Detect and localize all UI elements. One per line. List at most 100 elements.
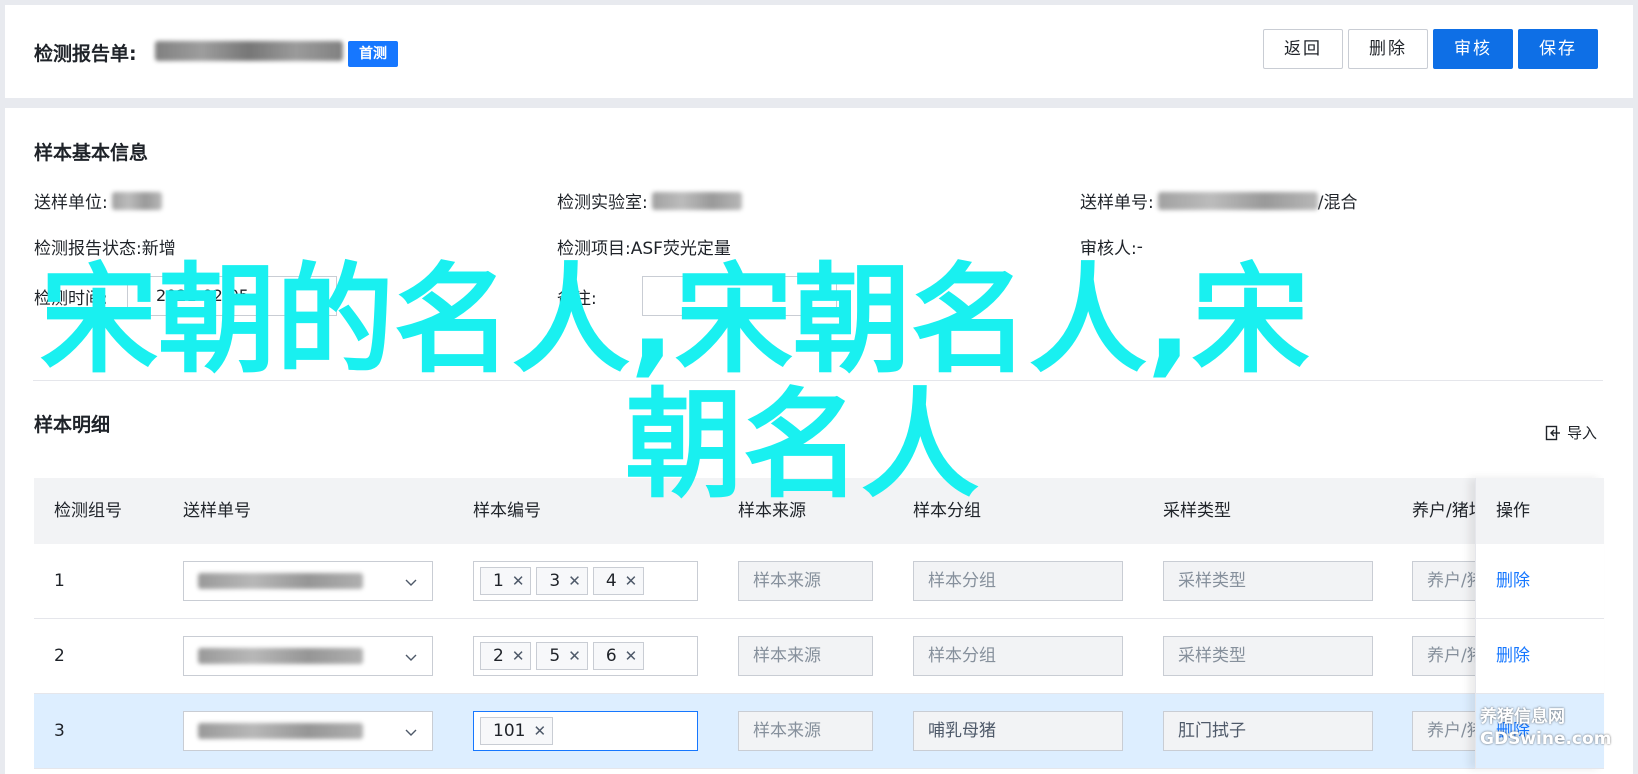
order-no-redacted [198, 648, 363, 664]
status-value: 新增 [141, 239, 176, 259]
review-button[interactable]: 审核 [1433, 29, 1513, 69]
remark-label: 备注: [557, 289, 597, 309]
column-header: 样本分组 [913, 501, 981, 521]
order-no-label: 送样单号: [1080, 193, 1154, 213]
lab-label: 检测实验室: [557, 193, 648, 213]
test-date-label: 检测时间: [34, 289, 108, 309]
back-button[interactable]: 返回 [1263, 29, 1343, 69]
detail-title: 样本明细 [34, 414, 111, 436]
operation-column: 操作 删除 删除 删除 [1475, 478, 1604, 769]
sample-no-input[interactable]: 1 ✕ 3 ✕ 4 ✕ [473, 561, 698, 601]
status-field: 检测报告状态: 新增 [34, 234, 176, 259]
test-item-field: 检测项目: ASF荧光定量 [557, 234, 731, 259]
tag-label: 5 [549, 646, 561, 666]
order-no-redacted [198, 573, 363, 589]
close-icon[interactable]: ✕ [625, 643, 638, 669]
table-row: 2 2✕ 5✕ 6✕ 样本来源 样本分组 采样类型 养户/猪场 [34, 619, 1603, 694]
close-icon[interactable]: ✕ [533, 718, 546, 744]
delete-button[interactable]: 删除 [1348, 29, 1428, 69]
sample-source-input[interactable]: 样本来源 [738, 561, 873, 601]
table-row-selected: 3 101✕ 样本来源 哺乳母猪 肛门拭子 养户/猪场 [34, 694, 1603, 769]
remark-input[interactable] [642, 276, 837, 316]
column-header: 送样单号 [183, 501, 251, 521]
order-no-redacted [198, 723, 363, 739]
chevron-down-icon [405, 579, 417, 586]
tag-label: 4 [605, 571, 617, 591]
sender-unit-redacted [111, 191, 162, 210]
test-date-input[interactable]: 2021-02-05 [127, 276, 337, 316]
sender-unit-field: 送样单位: [34, 188, 162, 213]
tag-label: 6 [605, 646, 617, 666]
report-id-redacted [155, 41, 343, 61]
import-label: 导入 [1567, 424, 1598, 442]
test-item-value: ASF荧光定量 [630, 239, 731, 259]
column-header: 采样类型 [1163, 501, 1231, 521]
page: 检测报告单: 首测 返回 删除 审核 保存 样本基本信息 送样单位: 检测实验室… [0, 0, 1638, 774]
header-bar: 检测报告单: 首测 返回 删除 审核 保存 [5, 5, 1633, 98]
reviewer-value: - [1136, 236, 1143, 257]
table-row: 1 1✕ 3✕ 4✕ 样本来源 样本分组 采样类型 养户/猪场 [34, 544, 1603, 619]
sample-table: 检测组号 送样单号 样本编号 样本来源 样本分组 采样类型 养户/猪场 1 1✕… [34, 478, 1604, 769]
sample-tag: 2 ✕ [480, 642, 532, 670]
sample-group-input[interactable]: 样本分组 [913, 636, 1123, 676]
order-no-redacted [1157, 191, 1318, 210]
save-button[interactable]: 保存 [1518, 29, 1598, 69]
tag-label: 2 [493, 646, 504, 666]
column-header: 样本来源 [738, 501, 806, 521]
column-header: 操作 [1476, 478, 1604, 544]
main-panel: 样本基本信息 送样单位: 检测实验室: 送样单号: /混合 检测报告状态: 新增… [5, 108, 1633, 774]
close-icon[interactable]: ✕ [512, 643, 525, 669]
sample-source-input[interactable]: 样本来源 [738, 636, 873, 676]
sampling-type-input[interactable]: 肛门拭子 [1163, 711, 1373, 751]
table-header: 检测组号 送样单号 样本编号 样本来源 样本分组 采样类型 养户/猪场 [34, 478, 1603, 544]
row-delete-link[interactable]: 删除 [1476, 544, 1604, 619]
sample-source-input[interactable]: 样本来源 [738, 711, 873, 751]
sample-tag: 4 ✕ [592, 567, 645, 595]
chevron-down-icon [405, 729, 417, 736]
sample-group-input[interactable]: 哺乳母猪 [913, 711, 1123, 751]
order-no-select[interactable] [183, 636, 433, 676]
column-header: 样本编号 [473, 501, 541, 521]
group-number: 2 [54, 646, 65, 666]
report-title: 检测报告单: [34, 43, 137, 65]
sender-unit-label: 送样单位: [34, 193, 108, 213]
close-icon[interactable]: ✕ [512, 568, 525, 594]
sample-group-input[interactable]: 样本分组 [913, 561, 1123, 601]
order-no-select[interactable] [183, 711, 433, 751]
close-icon[interactable]: ✕ [568, 568, 581, 594]
tag-label: 3 [549, 571, 561, 591]
group-number: 1 [54, 571, 65, 591]
sampling-type-input[interactable]: 采样类型 [1163, 561, 1373, 601]
column-header: 养户/猪场 [1412, 501, 1475, 521]
sample-tag: 5 ✕ [536, 642, 588, 670]
sampling-type-input[interactable]: 采样类型 [1163, 636, 1373, 676]
sample-no-input[interactable]: 101 ✕ [473, 711, 698, 751]
close-icon[interactable]: ✕ [568, 643, 581, 669]
import-icon [1545, 425, 1560, 440]
basic-info-title: 样本基本信息 [34, 142, 149, 164]
close-icon[interactable]: ✕ [625, 568, 638, 594]
sample-no-input[interactable]: 2 ✕ 5 ✕ 6 ✕ [473, 636, 698, 676]
lab-field: 检测实验室: [557, 188, 742, 213]
section-divider [33, 380, 1603, 381]
reviewer-field: 审核人: - [1080, 234, 1143, 260]
sample-tag: 1 ✕ [480, 567, 532, 595]
tag-label: 101 [493, 721, 526, 741]
order-no-field: 送样单号: /混合 [1080, 188, 1357, 213]
sample-tag: 3 ✕ [536, 567, 588, 595]
tag-label: 1 [493, 571, 504, 591]
row-delete-link[interactable]: 删除 [1476, 619, 1604, 694]
test-item-label: 检测项目: [557, 239, 631, 259]
row-delete-link[interactable]: 删除 [1476, 694, 1604, 769]
status-badge: 首测 [348, 41, 398, 67]
group-number: 3 [54, 721, 65, 741]
chevron-down-icon [405, 654, 417, 661]
reviewer-label: 审核人: [1080, 239, 1137, 259]
status-label: 检测报告状态: [34, 239, 142, 259]
import-button[interactable]: 导入 [1545, 422, 1597, 443]
order-no-select[interactable] [183, 561, 433, 601]
lab-redacted [651, 191, 742, 210]
sample-tag: 101 ✕ [480, 717, 554, 745]
sample-tag: 6 ✕ [592, 642, 645, 670]
order-no-suffix: /混合 [1317, 193, 1358, 213]
